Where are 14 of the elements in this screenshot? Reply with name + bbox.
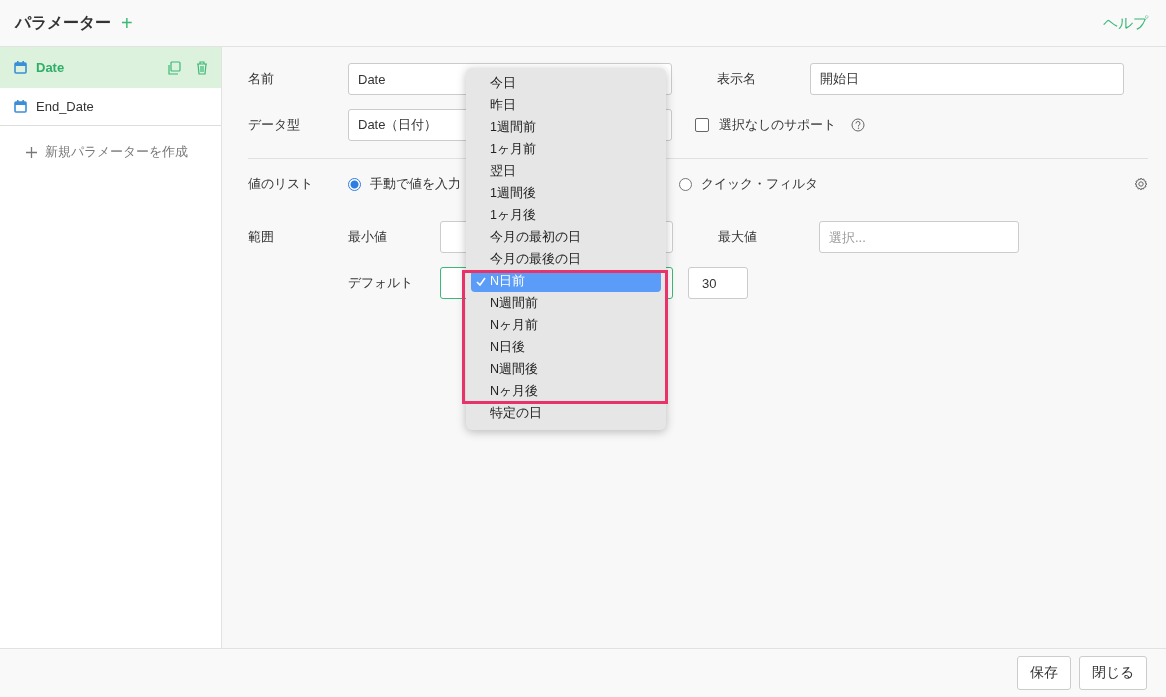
field-label: デフォルト [348, 274, 414, 292]
field-label: 名前 [248, 70, 275, 88]
field-label: データ型 [248, 116, 301, 134]
radio-label: 手動で値を入力 [370, 175, 461, 193]
field-label: 最大値 [718, 228, 758, 246]
field-label: 範囲 [248, 228, 275, 246]
page-title: パラメーター [15, 12, 111, 33]
field-label: 最小値 [348, 228, 388, 246]
field-label: 値のリスト [248, 175, 314, 193]
parameter-name: Date [36, 60, 66, 75]
radio-label: クイック・フィルタ [701, 175, 818, 193]
field-label: 表示名 [717, 70, 757, 88]
checkbox-label: 選択なしのサポート [719, 116, 836, 134]
parameter-name: End_Date [36, 99, 95, 114]
